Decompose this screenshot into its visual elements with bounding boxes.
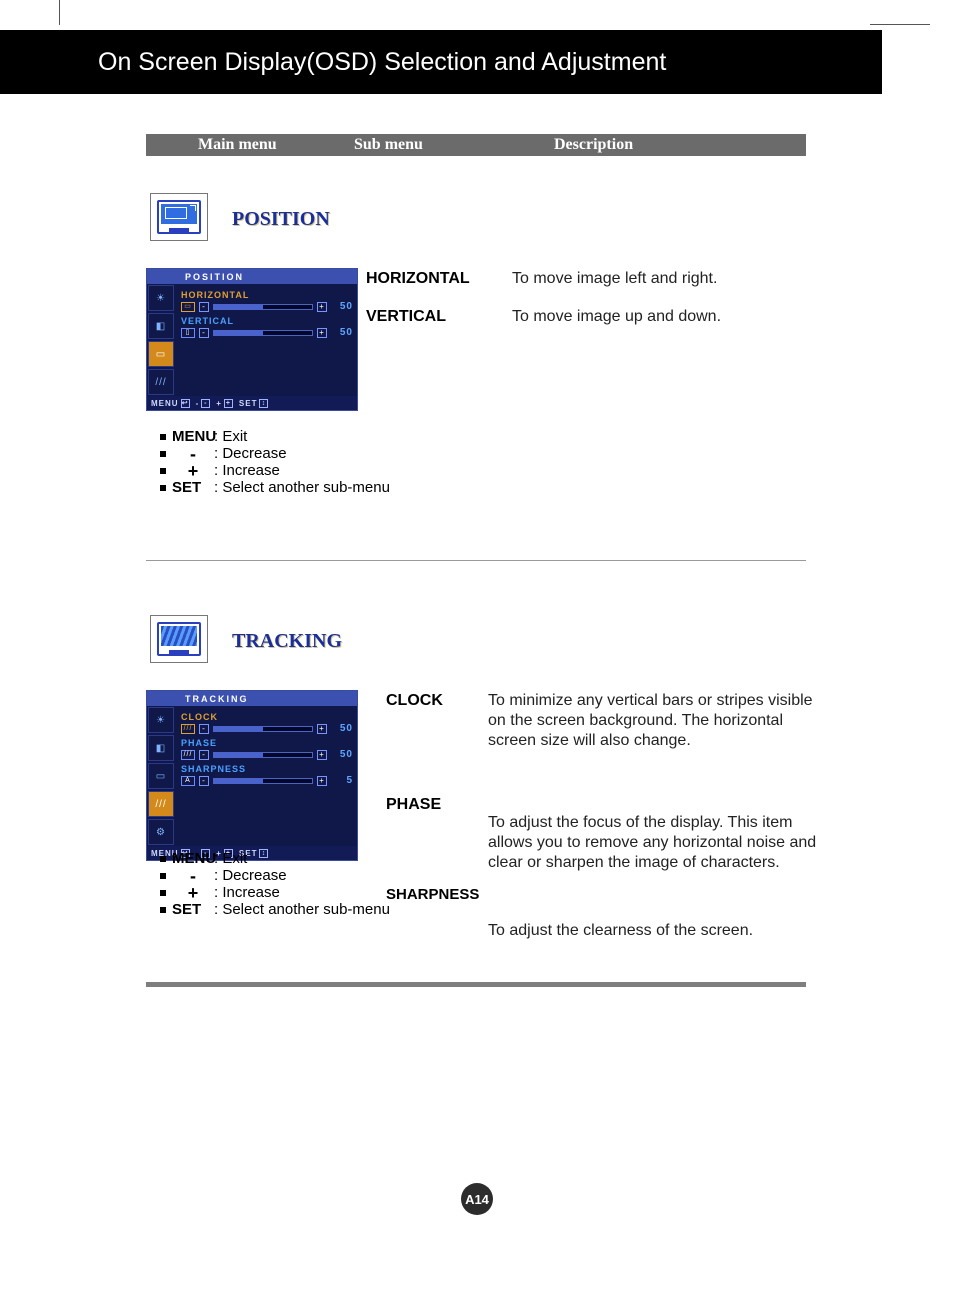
position-tab-icon: ▭ (148, 763, 174, 789)
legend-set-text: : Select another sub-menu (214, 479, 390, 496)
vert-glyph-icon: ▯ (181, 328, 195, 338)
tracking-tab-icon: /// (148, 369, 174, 395)
plus-icon: + (317, 776, 327, 786)
position-icon (150, 193, 208, 241)
plus-icon: + (317, 328, 327, 338)
crop-mark (59, 0, 60, 25)
osd-sharpness-slider: A - + 5 (181, 775, 353, 786)
tracking-tab-icon: /// (148, 791, 174, 817)
color-icon: ◧ (148, 735, 174, 761)
osd-phase-label: PHASE (181, 738, 353, 748)
osd-phase-value: 50 (331, 749, 353, 760)
osd-footer: MENU↩ -- ++ SET↕ (147, 396, 357, 410)
legend-minus-text: : Decrease (214, 445, 287, 462)
legend-plus-text: : Increase (214, 884, 280, 901)
position-legend: MENU: Exit -: Decrease +: Increase SET: … (160, 428, 390, 496)
legend-plus-key: + (172, 464, 214, 478)
phase-glyph-icon: /// (181, 750, 195, 760)
tracking-submenu-col: CLOCK PHASE SHARPNESS (386, 691, 479, 989)
sharpness-glyph-icon: A (181, 776, 195, 786)
brightness-icon: ☀ (148, 285, 174, 311)
tracking-osd-panel: TRACKING ☀ ◧ ▭ /// ⚙ CLOCK /// - + 50 PH… (146, 690, 358, 861)
position-tab-icon: ▭ (148, 341, 174, 367)
section-divider (146, 560, 806, 561)
minus-icon: - (199, 302, 209, 312)
desc-phase: To adjust the focus of the display. This… (488, 813, 828, 903)
position-osd-panel: POSITION ☀ ◧ ▭ /// HORIZONTAL ▭ - + 50 V… (146, 268, 358, 411)
desc-vertical: To move image up and down. (512, 307, 832, 327)
crop-mark (870, 24, 930, 25)
page-title-bar: On Screen Display(OSD) Selection and Adj… (0, 30, 882, 94)
sub-vertical: VERTICAL (366, 307, 470, 327)
header-description: Description (554, 136, 633, 154)
color-icon: ◧ (148, 313, 174, 339)
legend-plus-text: : Increase (214, 462, 280, 479)
plus-icon: + (317, 724, 327, 734)
sub-sharpness: SHARPNESS (386, 885, 479, 905)
minus-icon: - (199, 776, 209, 786)
desc-sharpness: To adjust the clearness of the screen. (488, 921, 828, 941)
plus-icon: + (317, 302, 327, 312)
tracking-legend: MENU: Exit -: Decrease +: Increase SET: … (160, 850, 390, 918)
horiz-glyph-icon: ▭ (181, 302, 195, 312)
footer-plus: + (216, 399, 222, 408)
osd-title: POSITION (147, 269, 357, 284)
osd-sharpness-value: 5 (331, 775, 353, 786)
legend-set-text: : Select another sub-menu (214, 901, 390, 918)
legend-plus-key: + (172, 886, 214, 900)
osd-sidebar-icons: ☀ ◧ ▭ /// ⚙ (147, 706, 175, 846)
footer-set: SET (239, 399, 258, 408)
sub-phase: PHASE (386, 795, 479, 815)
header-sub-menu: Sub menu (354, 136, 423, 154)
osd-horizontal-value: 50 (331, 301, 353, 312)
osd-sidebar-icons: ☀ ◧ ▭ /// (147, 284, 175, 396)
tracking-title: TRACKING (232, 630, 342, 653)
plus-icon: + (317, 750, 327, 760)
legend-menu-text: : Exit (214, 850, 247, 867)
setup-icon: ⚙ (148, 819, 174, 845)
page-number: A14 (465, 1192, 489, 1207)
osd-clock-label: CLOCK (181, 712, 353, 722)
footer-minus: - (196, 399, 200, 408)
osd-phase-slider: /// - + 50 (181, 749, 353, 760)
clock-glyph-icon: /// (181, 724, 195, 734)
minus-icon: - (199, 724, 209, 734)
legend-minus-key: - (172, 869, 214, 883)
footer-menu: MENU (151, 399, 179, 408)
desc-horizontal: To move image left and right. (512, 269, 832, 289)
osd-title: TRACKING (147, 691, 357, 706)
column-headers: Main menu Sub menu Description (146, 134, 806, 156)
brightness-icon: ☀ (148, 707, 174, 733)
page-number-badge: A14 (461, 1183, 493, 1215)
page-title: On Screen Display(OSD) Selection and Adj… (98, 48, 666, 77)
legend-menu-key: MENU (172, 850, 214, 867)
desc-clock: To minimize any vertical bars or stripes… (488, 691, 828, 795)
osd-vertical-label: VERTICAL (181, 316, 353, 326)
legend-minus-text: : Decrease (214, 867, 287, 884)
minus-icon: - (199, 750, 209, 760)
osd-sharpness-label: SHARPNESS (181, 764, 353, 774)
position-desc-col: To move image left and right. To move im… (512, 269, 832, 345)
legend-menu-text: : Exit (214, 428, 247, 445)
osd-vertical-slider: ▯ - + 50 (181, 327, 353, 338)
minus-icon: - (199, 328, 209, 338)
osd-clock-value: 50 (331, 723, 353, 734)
legend-set-key: SET (172, 479, 214, 496)
bottom-divider (146, 982, 806, 987)
header-main-menu: Main menu (198, 136, 277, 154)
osd-vertical-value: 50 (331, 327, 353, 338)
legend-set-key: SET (172, 901, 214, 918)
position-submenu-col: HORIZONTAL VERTICAL (366, 269, 470, 345)
osd-clock-slider: /// - + 50 (181, 723, 353, 734)
sub-clock: CLOCK (386, 691, 479, 711)
osd-horizontal-label: HORIZONTAL (181, 290, 353, 300)
sub-horizontal: HORIZONTAL (366, 269, 470, 289)
tracking-desc-col: To minimize any vertical bars or stripes… (488, 691, 828, 959)
osd-horizontal-slider: ▭ - + 50 (181, 301, 353, 312)
tracking-icon (150, 615, 208, 663)
position-title: POSITION (232, 208, 330, 231)
legend-minus-key: - (172, 447, 214, 461)
legend-menu-key: MENU (172, 428, 214, 445)
